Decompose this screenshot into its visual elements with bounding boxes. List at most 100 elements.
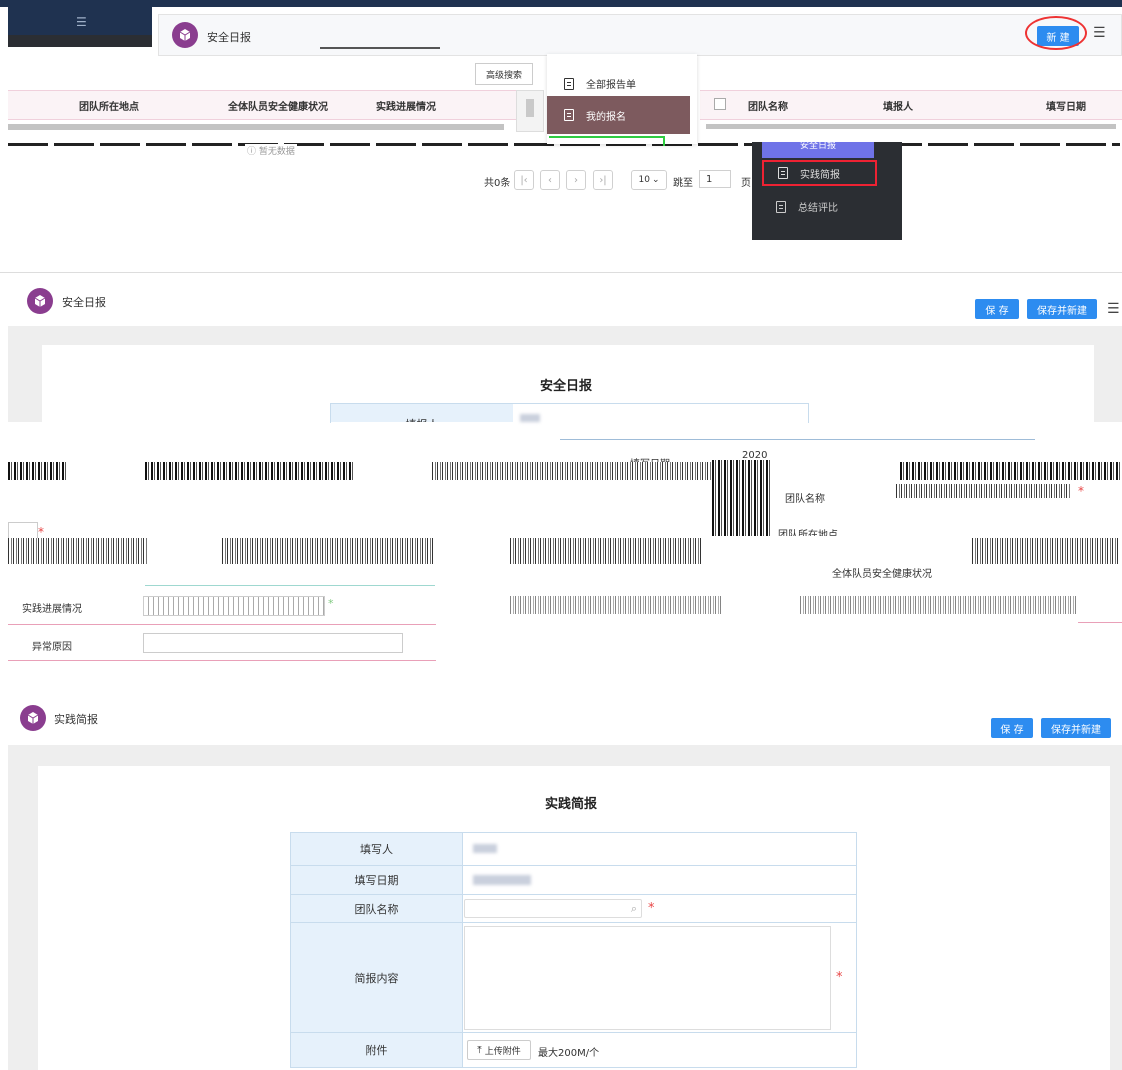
brief-header-title: 实践简报 bbox=[54, 713, 98, 726]
first-page-button[interactable]: |‹ bbox=[514, 170, 534, 190]
vertical-scrollbar[interactable] bbox=[516, 90, 544, 132]
next-page-button[interactable]: › bbox=[566, 170, 586, 190]
last-page-button[interactable]: ›| bbox=[593, 170, 613, 190]
upload-button-label: 上传附件 bbox=[484, 1046, 521, 1057]
goto-page-input[interactable]: 1 bbox=[699, 170, 731, 188]
sidebar: ☰ bbox=[8, 7, 152, 47]
list-header-bar bbox=[158, 14, 1122, 56]
col-header-location: 团队所在地点 bbox=[79, 102, 139, 113]
abnormal-row-line bbox=[8, 660, 436, 661]
search-icon[interactable]: ⌕ bbox=[631, 902, 637, 916]
brief-label-attachment: 附件 bbox=[291, 1033, 462, 1067]
list-page-title: 安全日报 bbox=[207, 31, 251, 44]
cube-icon bbox=[20, 705, 46, 731]
required-star: * bbox=[328, 597, 334, 610]
progress-row-line bbox=[8, 624, 436, 625]
daily-reporter-value bbox=[520, 414, 540, 422]
info-icon: ⓘ bbox=[247, 147, 257, 157]
daily-save-new-button[interactable]: 保存并新建 bbox=[1027, 299, 1097, 319]
glitch-block-2 bbox=[145, 462, 355, 480]
prev-page-button[interactable]: ‹ bbox=[540, 170, 560, 190]
brief-label-date: 填写日期 bbox=[291, 866, 462, 895]
dropdown-item-all-label: 全部报告单 bbox=[586, 80, 636, 91]
brief-form-title: 实践简报 bbox=[545, 797, 598, 812]
blurred-date-value bbox=[473, 875, 531, 885]
daily-label-reporter-cell: 填报人 bbox=[331, 404, 513, 422]
col-header-health: 全体队员安全健康状况 bbox=[228, 102, 328, 113]
upload-icon: ⤒ bbox=[477, 1044, 482, 1056]
menu-toggle-icon[interactable]: ☰ bbox=[76, 15, 87, 29]
upload-attachment-button[interactable]: ⤒ 上传附件 bbox=[467, 1040, 531, 1060]
upload-hint: 最大200M/个 bbox=[538, 1048, 600, 1059]
required-star: * bbox=[648, 901, 655, 916]
cube-icon bbox=[172, 22, 198, 48]
col-header-progress: 实践进展情况 bbox=[376, 102, 436, 113]
brief-save-button[interactable]: 保 存 bbox=[991, 718, 1033, 738]
document-icon bbox=[564, 109, 574, 121]
col-header-team-name: 团队名称 bbox=[748, 102, 788, 113]
daily-label-location: 团队所在地点 bbox=[778, 526, 838, 536]
team-name-input[interactable]: ⌕ bbox=[464, 899, 642, 918]
page-size-select[interactable]: 10 ⌄ bbox=[631, 170, 667, 190]
goto-page-value: 1 bbox=[706, 173, 713, 185]
glitch-block-11 bbox=[510, 596, 722, 614]
daily-label-progress: 实践进展情况 bbox=[22, 604, 82, 615]
daily-label-reporter: 填报人 bbox=[331, 404, 513, 422]
daily-abnormal-input[interactable] bbox=[143, 633, 403, 653]
right-scrollbar[interactable] bbox=[706, 124, 1116, 129]
daily-label-team-name: 团队名称 bbox=[785, 490, 825, 505]
select-all-checkbox[interactable] bbox=[714, 98, 726, 110]
glitch-block-5 bbox=[900, 462, 1120, 480]
required-star: * bbox=[1078, 484, 1084, 498]
menu-item-summary-label: 总结评比 bbox=[798, 203, 838, 214]
glitch-block-1 bbox=[8, 462, 68, 480]
daily-list-view-icon[interactable]: ☰ bbox=[1107, 301, 1120, 317]
glitch-block-4 bbox=[712, 460, 772, 536]
col-header-reporter: 填报人 bbox=[883, 102, 913, 113]
document-icon bbox=[564, 77, 574, 90]
highlight-circle bbox=[1025, 16, 1087, 50]
pager-total: 共0条 bbox=[484, 178, 511, 189]
glitch-block-6 bbox=[896, 484, 1071, 498]
glitch-line-mid bbox=[145, 585, 435, 586]
glitch-block-10 bbox=[972, 538, 1120, 564]
col-header-date: 填写日期 bbox=[1046, 102, 1086, 113]
header-divider-1 bbox=[320, 47, 440, 49]
document-icon bbox=[776, 200, 786, 213]
brief-label-reporter: 填写人 bbox=[291, 833, 462, 866]
daily-form-title: 安全日报 bbox=[540, 379, 593, 394]
menu-item-summary[interactable]: 总结评比 bbox=[776, 199, 838, 214]
dropdown-item-mine[interactable]: 我的报名 bbox=[547, 96, 690, 134]
document-icon bbox=[778, 167, 788, 179]
menu-item-brief[interactable]: 实践简报 bbox=[762, 160, 877, 186]
brief-label-content: 简报内容 bbox=[291, 923, 462, 1033]
cube-icon bbox=[27, 288, 53, 314]
brief-value-reporter bbox=[462, 833, 856, 866]
brief-save-new-button[interactable]: 保存并新建 bbox=[1041, 718, 1111, 738]
menu-item-brief-label: 实践简报 bbox=[800, 169, 840, 181]
glitch-block-7 bbox=[8, 538, 148, 564]
section-divider-1 bbox=[0, 272, 1122, 273]
daily-save-button[interactable]: 保 存 bbox=[975, 299, 1019, 319]
empty-data-label: 暂无数据 bbox=[258, 147, 295, 157]
required-star: * bbox=[38, 525, 44, 539]
top-strip bbox=[0, 0, 1122, 7]
daily-progress-input[interactable] bbox=[143, 596, 325, 616]
dropdown-item-all[interactable]: 全部报告单 bbox=[564, 76, 636, 91]
empty-data-text: ⓘ 暂无数据 bbox=[245, 144, 297, 157]
list-view-icon[interactable]: ☰ bbox=[1093, 25, 1106, 41]
horizontal-scrollbar[interactable] bbox=[8, 124, 504, 130]
brief-content-textarea[interactable] bbox=[464, 926, 831, 1030]
blurred-reporter-name bbox=[473, 844, 497, 853]
chevron-down-icon: ⌄ bbox=[651, 175, 660, 185]
glitch-line-top bbox=[560, 439, 1035, 440]
glitch-block-12 bbox=[800, 596, 1076, 614]
brief-value-date bbox=[462, 866, 856, 895]
advanced-search-button[interactable]: 高级搜索 bbox=[475, 63, 533, 85]
menu-item-daily-label: 安全日报 bbox=[800, 142, 837, 151]
menu-item-daily-partial[interactable]: 安全日报 bbox=[762, 142, 874, 158]
glitch-block-8 bbox=[222, 538, 434, 564]
green-highlight bbox=[549, 136, 665, 146]
daily-label-health: 全体队员安全健康状况 bbox=[832, 569, 932, 580]
glitch-block-3 bbox=[432, 462, 712, 480]
